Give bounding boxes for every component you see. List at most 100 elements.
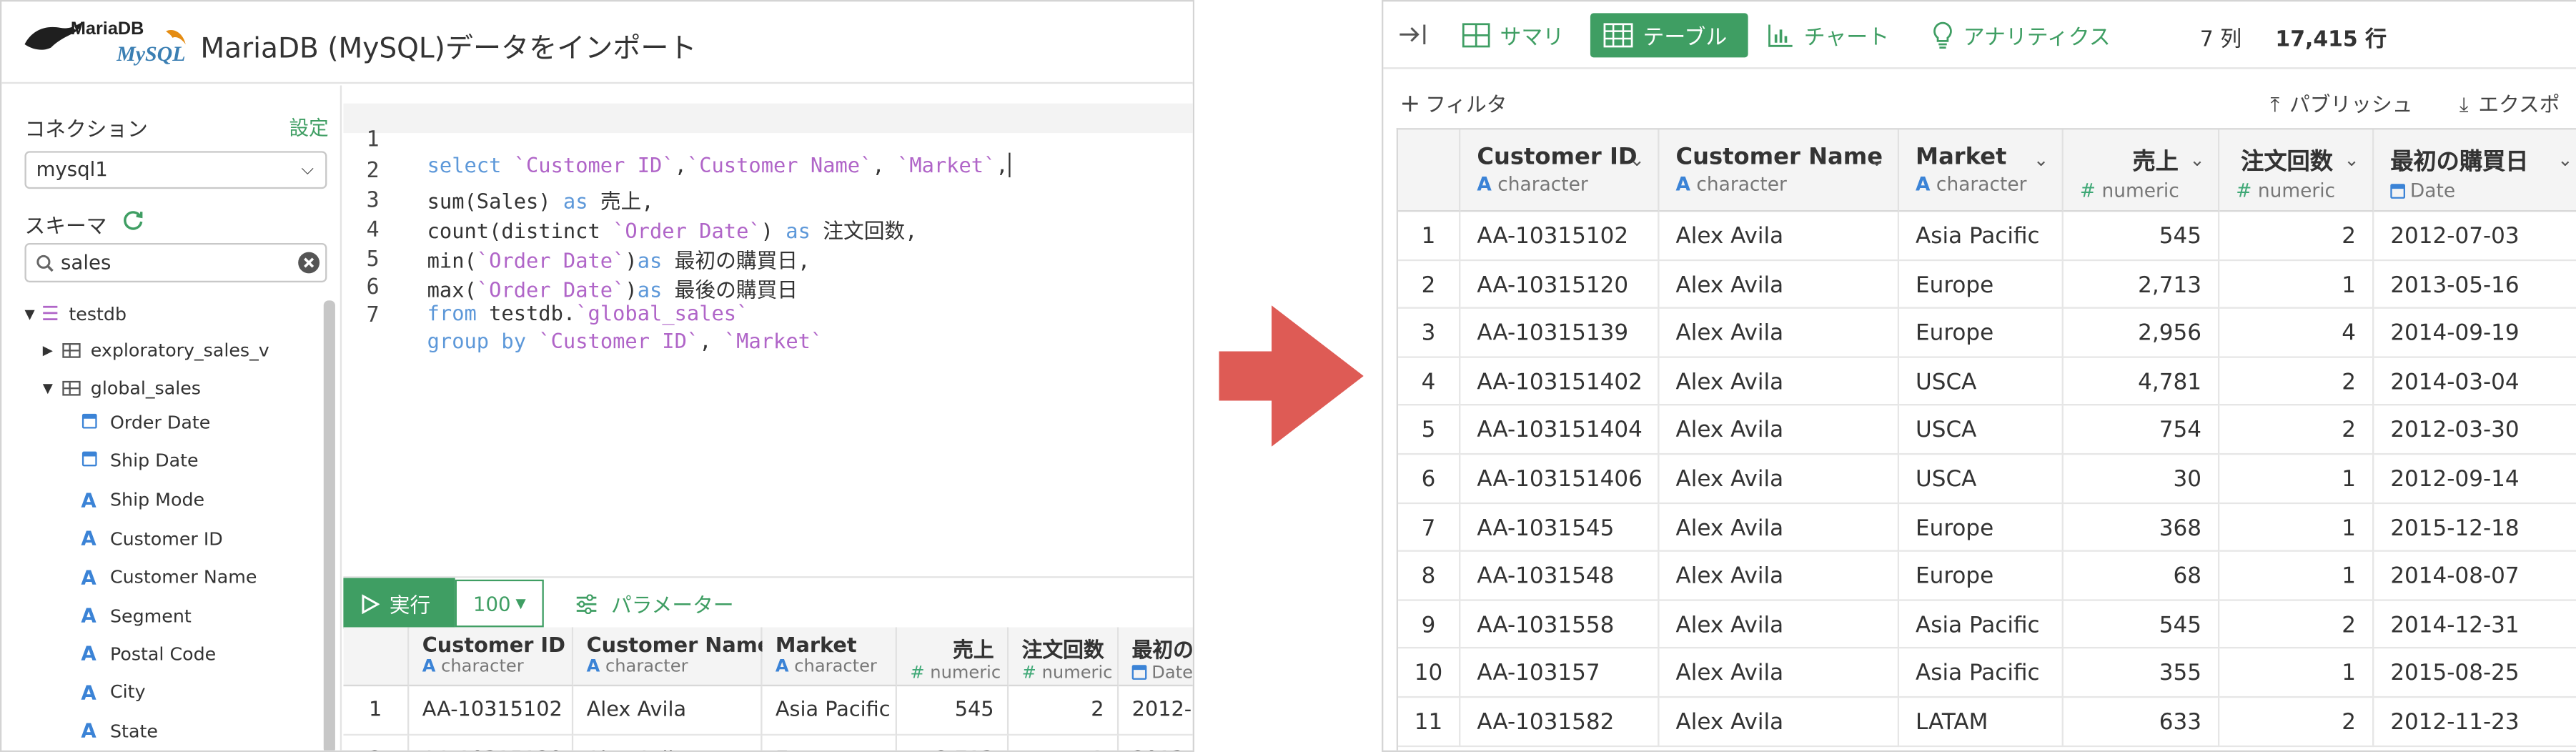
mariadb-wordmark: MariaDB bbox=[70, 19, 144, 40]
table-cell: 2,713 bbox=[2063, 260, 2220, 310]
tree-table-label: global_sales bbox=[90, 377, 201, 400]
table-cell: LATAM bbox=[1899, 698, 2064, 747]
sidebar-scrollbar[interactable] bbox=[323, 300, 335, 751]
row-count: 17,415 行 bbox=[2275, 28, 2387, 53]
schema-search-input[interactable]: sales bbox=[24, 242, 327, 283]
tree-column-item[interactable]: A Customer Name bbox=[77, 565, 257, 588]
query-result-table: Customer ID A character Customer Name A cha… bbox=[343, 627, 1193, 751]
clear-search-icon[interactable] bbox=[297, 251, 320, 274]
run-label: 実行 bbox=[389, 593, 431, 618]
chevron-down-icon[interactable]: ⌄ bbox=[1869, 149, 1884, 171]
chevron-down-icon[interactable]: ⌄ bbox=[2033, 149, 2049, 171]
table-cell: 30 bbox=[2063, 455, 2220, 504]
text-column-icon: A bbox=[81, 604, 96, 628]
table-cell: 545 bbox=[2063, 600, 2220, 650]
table-cell: USCA bbox=[1899, 357, 2064, 407]
tree-column-item[interactable]: A Ship Mode bbox=[77, 489, 204, 512]
column-name: 最初の購買日 bbox=[2390, 149, 2529, 176]
editor-line: 6 from testdb.`global_sales` bbox=[366, 275, 749, 325]
row-number-cell: 4 bbox=[1398, 357, 1461, 407]
collapse-panel-icon[interactable] bbox=[1398, 23, 1427, 46]
tree-column-item[interactable]: A State bbox=[77, 719, 158, 742]
editor-line: 5 max(`Order Date`)as 最後の購買日 bbox=[366, 247, 798, 302]
table-cell: AA-10315120 bbox=[409, 736, 574, 751]
row-number-cell: 1 bbox=[343, 686, 410, 736]
tree-column-item[interactable]: A Segment bbox=[77, 604, 191, 628]
text-type-icon: A bbox=[586, 656, 600, 677]
chevron-down-icon[interactable]: ⌄ bbox=[2344, 149, 2359, 171]
tree-column-item[interactable]: Order Date bbox=[77, 412, 210, 433]
tree-column-label: Customer Name bbox=[109, 566, 257, 588]
tree-column-item[interactable]: A Postal Code bbox=[77, 643, 216, 666]
column-header[interactable]: 注文回数 # numeric ⌄ bbox=[2219, 129, 2374, 212]
table-cell: AA-1031558 bbox=[1460, 600, 1660, 650]
refresh-icon[interactable] bbox=[122, 209, 144, 232]
column-header[interactable]: 最初の購買日 Date ⌄ bbox=[2374, 129, 2576, 212]
column-type: numeric bbox=[930, 663, 1001, 683]
dialog-header: MariaDB MySQL MariaDB (MySQL)データをインポート bbox=[1, 1, 1193, 84]
table-cell: 2012-11-23 bbox=[2374, 698, 2576, 747]
table-cell: 2 bbox=[2219, 357, 2374, 407]
numeric-type-icon: # bbox=[2079, 179, 2096, 202]
publish-button[interactable]: ⤒ パブリッシュ bbox=[2271, 87, 2413, 119]
right-arrow-icon bbox=[1219, 305, 1364, 447]
column-header[interactable]: 売上 # numeric ⌄ bbox=[2063, 129, 2220, 212]
tree-table-label: exploratory_sales_v bbox=[90, 340, 269, 362]
tree-db-label: testdb bbox=[69, 302, 127, 325]
add-filter-button[interactable]: + フィルタ bbox=[1400, 87, 1507, 119]
plus-icon: + bbox=[1400, 89, 1421, 119]
table-cell: 1 bbox=[1009, 736, 1119, 751]
column-header[interactable]: 最初の Date bbox=[1119, 627, 1193, 687]
numeric-type-icon: # bbox=[910, 663, 925, 683]
settings-link[interactable]: 設定 bbox=[289, 113, 329, 141]
chevron-down-icon[interactable]: ⌄ bbox=[2189, 149, 2204, 171]
numeric-type-icon: # bbox=[1021, 663, 1036, 683]
publish-label: パブリッシュ bbox=[2289, 91, 2413, 117]
row-limit-dropdown[interactable]: 100 ▼ bbox=[455, 579, 544, 628]
bar-chart-icon bbox=[1768, 24, 1793, 47]
export-button[interactable]: ⤓ エクスポ bbox=[2459, 87, 2560, 119]
column-header[interactable]: Customer ID A character ⌄ bbox=[1460, 129, 1660, 212]
search-icon bbox=[36, 254, 54, 272]
upload-icon: ⤒ bbox=[2270, 91, 2280, 117]
table-cell: 2012-07-03 bbox=[2374, 212, 2576, 261]
chevron-down-icon: ⌵ bbox=[301, 161, 314, 179]
column-name: Customer ID bbox=[422, 632, 565, 657]
row-number-cell: 2 bbox=[343, 736, 410, 751]
tree-column-item[interactable]: Ship Date bbox=[77, 450, 199, 472]
parameter-button[interactable]: パラメーター bbox=[575, 578, 734, 629]
tree-column-item[interactable]: A City bbox=[77, 681, 145, 704]
tree-table-global-sales[interactable]: ▼ global_sales bbox=[43, 377, 201, 399]
text-type-icon: A bbox=[422, 656, 436, 677]
tree-column-item[interactable]: A Customer ID bbox=[77, 528, 222, 550]
run-button[interactable]: 実行 bbox=[343, 578, 455, 629]
chevron-down-icon[interactable]: ⌄ bbox=[2557, 149, 2572, 171]
table-cell: Asia Pacific bbox=[1899, 600, 2064, 650]
connection-select[interactable]: mysql1 ⌵ bbox=[24, 151, 327, 189]
tree-table-exploratory[interactable]: ▶ exploratory_sales_v bbox=[43, 340, 269, 361]
calendar-icon bbox=[77, 450, 100, 472]
column-header[interactable]: 売上 # numeric bbox=[896, 627, 1009, 687]
column-header[interactable]: Customer ID A character bbox=[409, 627, 574, 687]
column-header[interactable]: Market A character bbox=[762, 627, 897, 687]
tab-summary[interactable]: サマリ bbox=[1449, 13, 1577, 57]
table-cell: 1 bbox=[2219, 649, 2374, 698]
table-icon bbox=[62, 380, 81, 396]
tab-table[interactable]: テーブル bbox=[1590, 13, 1748, 58]
caret-right-icon: ▶ bbox=[42, 343, 53, 358]
tree-db-testdb[interactable]: ▼ ☰ testdb bbox=[24, 302, 127, 325]
editor-line: 2 sum(Sales) as 売上, bbox=[366, 159, 654, 214]
tab-chart[interactable]: チャート bbox=[1755, 13, 1903, 57]
column-header[interactable]: Customer Name A character bbox=[573, 627, 771, 687]
table-cell: 2014-08-07 bbox=[2374, 552, 2576, 601]
table-cell: Europe bbox=[1899, 552, 2064, 601]
column-type: numeric bbox=[2101, 179, 2179, 202]
import-dialog: MariaDB MySQL MariaDB (MySQL)データをインポート コ… bbox=[0, 0, 1195, 752]
column-header[interactable]: Market A character ⌄ bbox=[1899, 129, 2064, 212]
tab-analytics[interactable]: アナリティクス bbox=[1919, 13, 2124, 57]
sql-editor[interactable]: 1 select `Customer ID`,`Customer Name`, … bbox=[343, 85, 1193, 577]
editor-line: 7 group by `Customer ID`, `Market` bbox=[366, 303, 823, 353]
column-header[interactable]: 注文回数 # numeric bbox=[1009, 627, 1119, 687]
chevron-down-icon[interactable]: ⌄ bbox=[1630, 149, 1645, 171]
column-header[interactable]: Customer Name A character ⌄ bbox=[1659, 129, 1900, 212]
